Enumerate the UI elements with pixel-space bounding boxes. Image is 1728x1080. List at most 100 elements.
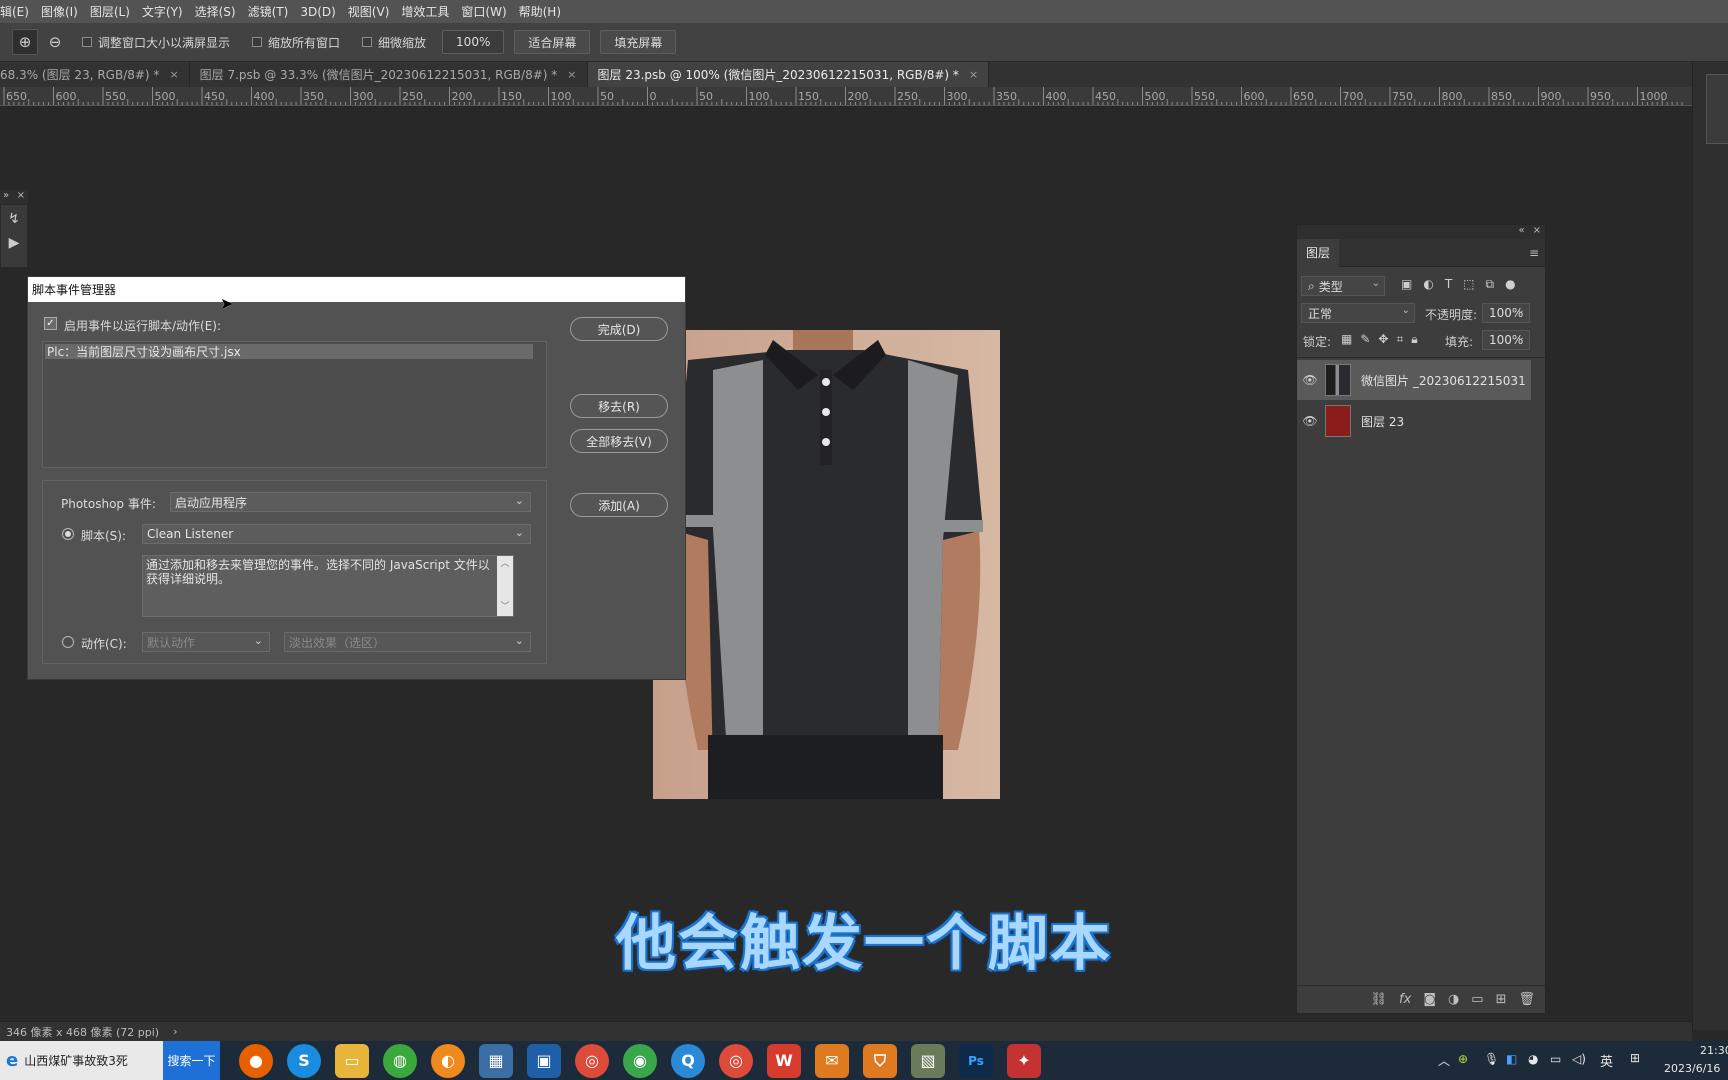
qq-browser-icon[interactable]: Q xyxy=(671,1043,705,1078)
app-shield-icon[interactable]: ⛉ xyxy=(863,1043,897,1078)
menu-item[interactable]: 辑(E) xyxy=(0,3,35,20)
tray-app-icon[interactable]: ◧ xyxy=(1506,1052,1517,1066)
collapse-icon[interactable]: » xyxy=(3,190,9,204)
adjustment-layer-icon[interactable]: ◑ xyxy=(1448,992,1459,1007)
chevron-right-icon[interactable]: › xyxy=(173,1025,177,1038)
enable-events-checkbox[interactable]: ✓ xyxy=(44,317,57,330)
zoom-in-icon[interactable]: ⊕ xyxy=(12,29,38,55)
microphone-icon[interactable]: 🎙︎ xyxy=(1484,1052,1499,1066)
chrome-icon[interactable]: ◎ xyxy=(575,1043,609,1078)
action-name-select[interactable]: 淡出效果（选区） ⌄ xyxy=(284,632,531,652)
script-radio[interactable] xyxy=(62,528,74,540)
link-layers-icon[interactable]: ⛓︎ xyxy=(1371,992,1388,1007)
volume-icon[interactable]: ◁) xyxy=(1572,1052,1586,1066)
lock-image-icon[interactable]: ✎ xyxy=(1360,332,1370,347)
layer-filter-select[interactable]: ⌕ 类型 ⌄ xyxy=(1301,276,1385,296)
app-blue-icon[interactable]: ▣ xyxy=(527,1043,561,1078)
document-tab[interactable]: 68.3% (图层 23, RGB/8#) * × xyxy=(0,62,190,87)
close-icon[interactable]: × xyxy=(17,190,25,204)
menu-item[interactable]: 图像(I) xyxy=(35,3,84,20)
play-icon[interactable]: ▶ xyxy=(1,235,27,251)
opacity-input[interactable]: 100% ⌄ xyxy=(1482,303,1530,323)
input-mode-icon[interactable]: ⊞ xyxy=(1630,1051,1640,1065)
eye-icon[interactable]: 👁︎ xyxy=(1297,414,1323,428)
document-tab[interactable]: 图层 7.psb @ 33.3% (微信图片_20230612215031, R… xyxy=(189,62,588,87)
menu-item[interactable]: 增效工具 xyxy=(395,3,455,20)
search-button[interactable]: 搜索一下 xyxy=(163,1041,220,1080)
wechat-icon[interactable]: ✉ xyxy=(815,1043,849,1078)
layer-name[interactable]: 图层 23 xyxy=(1361,413,1404,430)
clock-date[interactable]: 2023/6/16 xyxy=(1664,1062,1720,1075)
remove-button[interactable]: 移去(R) xyxy=(570,394,668,418)
menu-item[interactable]: 滤镜(T) xyxy=(242,3,295,20)
file-explorer-icon[interactable]: ▭ xyxy=(335,1043,369,1078)
firefox-icon[interactable]: ● xyxy=(239,1043,273,1078)
events-list[interactable]: Plc：当前图层尺寸设为画布尺寸.jsx xyxy=(42,341,547,468)
tray-arrow-icon[interactable]: ︿ xyxy=(1438,1052,1450,1069)
tab-layers[interactable]: 图层 xyxy=(1297,238,1340,267)
blend-mode-select[interactable]: 正常 ⌄ xyxy=(1301,303,1415,323)
document-canvas[interactable] xyxy=(653,330,1000,799)
add-button[interactable]: 添加(A) xyxy=(570,493,668,517)
scroll-up-icon[interactable]: ︿ xyxy=(497,556,513,569)
zoom-all-checkbox[interactable]: 缩放所有窗口 xyxy=(252,34,340,51)
chrome-alt-icon[interactable]: ◎ xyxy=(719,1043,753,1078)
scrubby-zoom-checkbox[interactable]: 细微缩放 xyxy=(362,34,426,51)
network-icon[interactable]: ▭ xyxy=(1550,1052,1561,1066)
menu-item[interactable]: 视图(V) xyxy=(342,3,396,20)
browser-360-icon[interactable]: ◍ xyxy=(383,1043,417,1078)
adjustment-filter-icon[interactable]: ◐ xyxy=(1423,277,1433,292)
filter-toggle-icon[interactable]: ● xyxy=(1505,277,1515,292)
browser-search-box[interactable]: e 山西煤矿事故致3死 xyxy=(0,1041,163,1080)
zoom-out-icon[interactable]: ⊖ xyxy=(42,29,68,55)
action-radio[interactable] xyxy=(62,636,74,648)
input-language[interactable]: 英 xyxy=(1600,1051,1613,1070)
sogou-icon[interactable]: S xyxy=(287,1043,321,1078)
menu-item[interactable]: 图层(L) xyxy=(84,3,136,20)
shape-filter-icon[interactable]: ⬚ xyxy=(1463,277,1474,292)
lock-all-icon[interactable]: 🔒︎ xyxy=(1411,332,1417,347)
new-group-icon[interactable]: ▭ xyxy=(1471,992,1483,1007)
panel-menu-icon[interactable]: ≡ xyxy=(1529,246,1539,260)
close-tab-icon[interactable]: × xyxy=(169,68,178,81)
menu-item[interactable]: 文字(Y) xyxy=(136,3,189,20)
scroll-down-icon[interactable]: ﹀ xyxy=(497,599,513,612)
wps-icon[interactable]: W xyxy=(767,1043,801,1078)
delete-layer-icon[interactable]: 🗑︎ xyxy=(1518,992,1535,1007)
clock-time[interactable]: 21:30 xyxy=(1700,1044,1728,1057)
zoom-value-button[interactable]: 100% xyxy=(442,30,505,54)
description-scrollbar[interactable]: ︿ ﹀ xyxy=(497,556,513,616)
app-red-icon[interactable]: ✦ xyxy=(1007,1043,1041,1078)
image-filter-icon[interactable]: ▣ xyxy=(1401,277,1412,292)
document-tab[interactable]: 图层 23.psb @ 100% (微信图片_20230612215031, R… xyxy=(587,62,990,87)
app-orange-icon[interactable]: ◐ xyxy=(431,1043,465,1078)
lock-position-icon[interactable]: ✥ xyxy=(1378,332,1388,347)
app-game-icon[interactable]: ▧ xyxy=(911,1043,945,1078)
photoshop-icon[interactable]: Ps xyxy=(959,1043,993,1078)
layer-name[interactable]: 微信图片 _20230612215031 xyxy=(1361,372,1526,389)
menu-item[interactable]: 3D(D) xyxy=(294,5,341,19)
resize-windows-checkbox[interactable]: 调整窗口大小以满屏显示 xyxy=(82,34,230,51)
calculator-icon[interactable]: ▦ xyxy=(479,1043,513,1078)
menu-item[interactable]: 选择(S) xyxy=(189,3,242,20)
fit-screen-button[interactable]: 适合屏幕 xyxy=(514,30,591,54)
script-description-box[interactable]: 通过添加和移去来管理您的事件。选择不同的 JavaScript 文件以获得详细说… xyxy=(142,555,514,617)
fill-screen-button[interactable]: 填充屏幕 xyxy=(600,30,677,54)
qq-icon[interactable]: ◕ xyxy=(1528,1052,1538,1066)
layer-row[interactable]: 👁︎ 微信图片 _20230612215031 xyxy=(1297,360,1531,400)
new-layer-icon[interactable]: ⊞ xyxy=(1496,992,1507,1007)
layer-row[interactable]: 👁︎ 图层 23 xyxy=(1297,401,1531,441)
type-filter-icon[interactable]: T xyxy=(1445,277,1452,292)
lock-artboard-icon[interactable]: ⌗ xyxy=(1396,332,1403,347)
script-select[interactable]: Clean Listener ⌄ xyxy=(142,524,531,544)
action-set-select[interactable]: 默认动作 ⌄ xyxy=(142,632,270,652)
smart-object-filter-icon[interactable]: ⧉ xyxy=(1486,277,1495,292)
fx-icon[interactable]: fx xyxy=(1399,992,1411,1007)
close-tab-icon[interactable]: × xyxy=(567,68,576,81)
collapse-icon[interactable]: « xyxy=(1518,225,1524,239)
close-tab-icon[interactable]: × xyxy=(969,68,978,81)
add-mask-icon[interactable]: ◙ xyxy=(1423,992,1436,1007)
app-green-icon[interactable]: ◉ xyxy=(623,1043,657,1078)
menu-item[interactable]: 窗口(W) xyxy=(455,3,512,20)
menu-item[interactable]: 帮助(H) xyxy=(513,3,567,20)
